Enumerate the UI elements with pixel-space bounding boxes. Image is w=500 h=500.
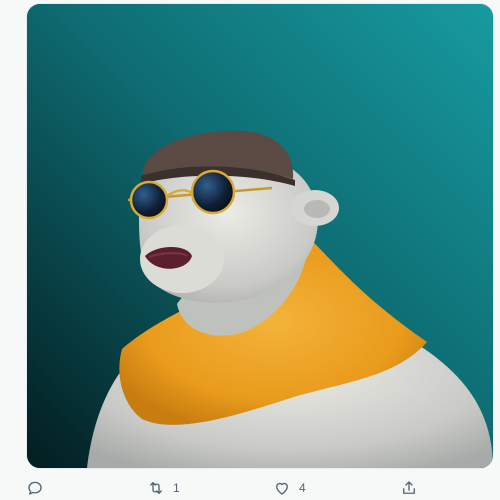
like-count: 4: [299, 481, 306, 495]
retweet-count: 1: [173, 481, 180, 495]
share-button[interactable]: [400, 476, 426, 500]
retweet-icon: [147, 479, 165, 497]
reply-icon: [26, 479, 44, 497]
tweet-media-view: 1 4: [0, 0, 500, 500]
share-icon: [400, 479, 418, 497]
tweet-image[interactable]: [26, 3, 494, 469]
reply-button[interactable]: [26, 476, 52, 500]
bear-artwork: [27, 4, 493, 468]
heart-icon: [273, 479, 291, 497]
like-button[interactable]: 4: [273, 476, 306, 500]
tweet-action-bar: 1 4: [0, 472, 500, 500]
retweet-button[interactable]: 1: [147, 476, 180, 500]
